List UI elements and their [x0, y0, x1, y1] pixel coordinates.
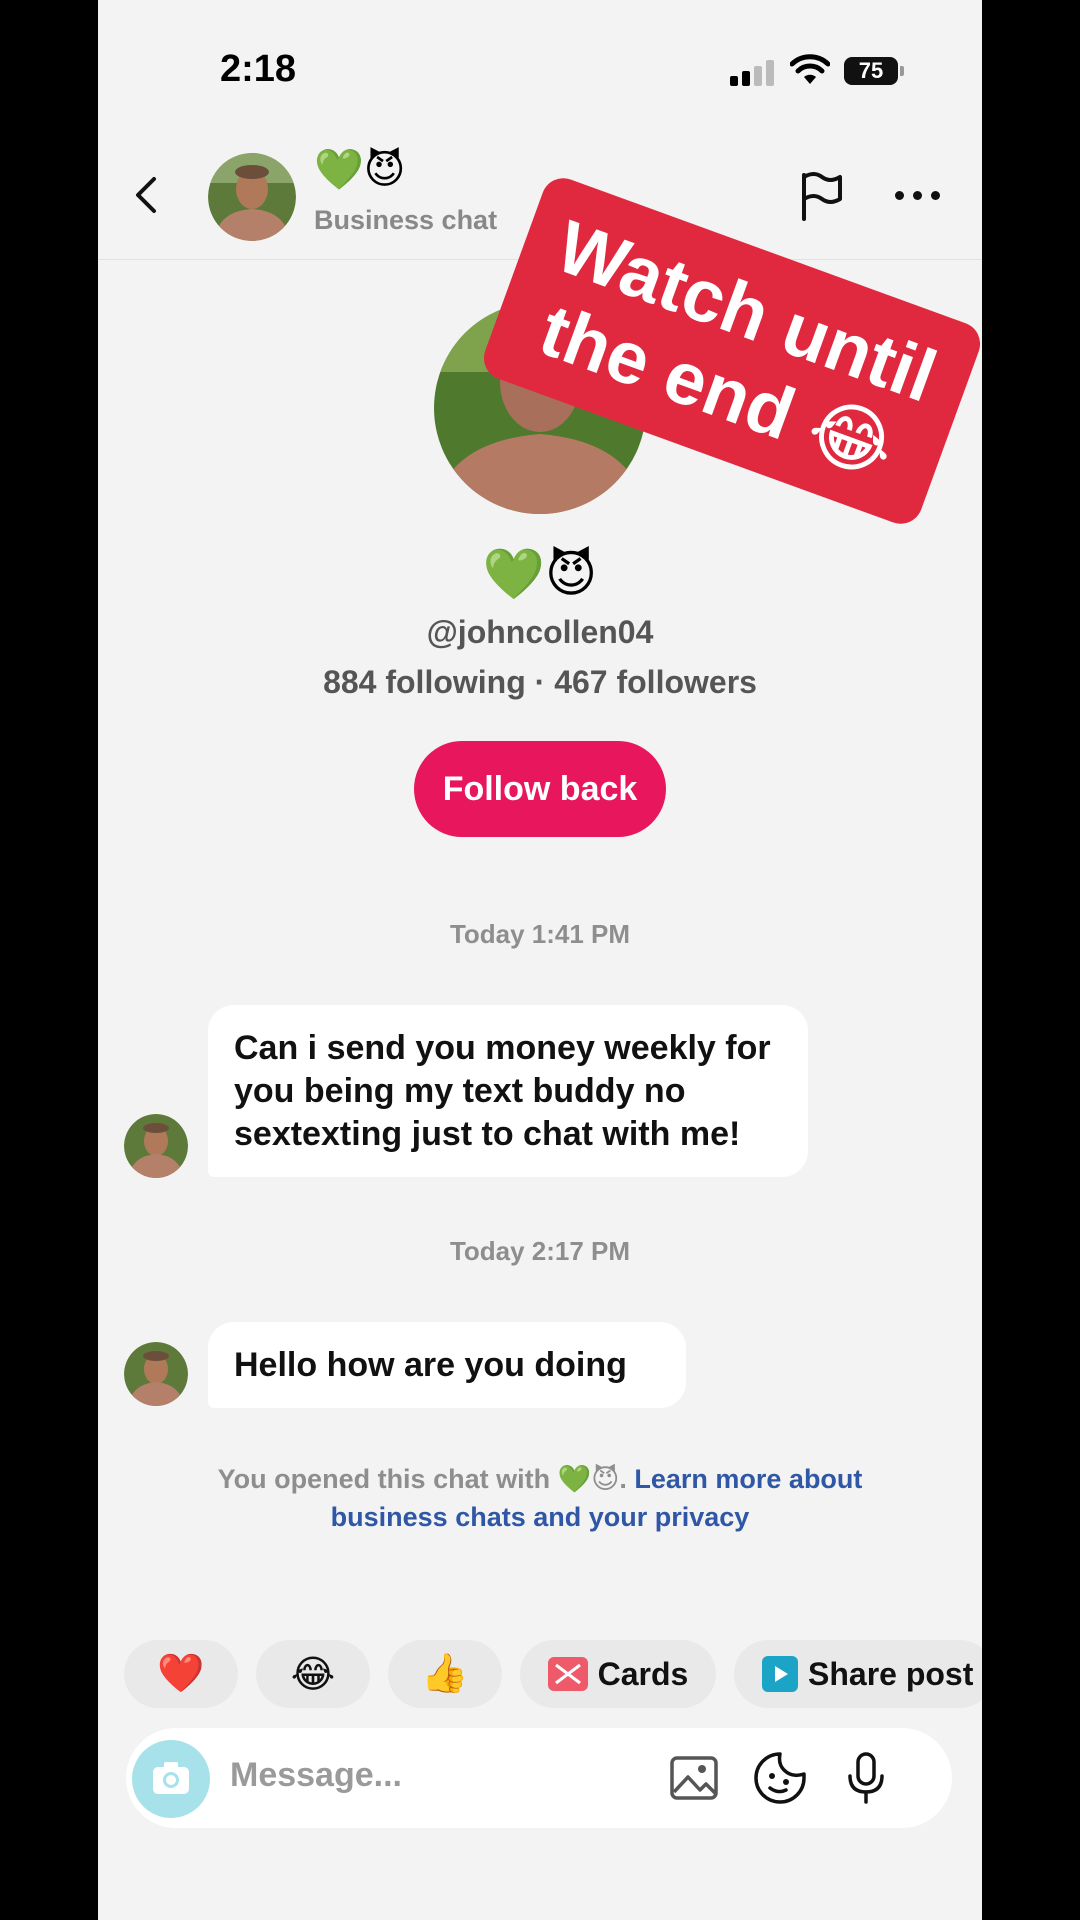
chat-screen: 2:18 75 💚😈 Business chat Watch until the… [98, 0, 982, 1920]
quick-reaction-laugh[interactable]: 😂 [256, 1640, 370, 1708]
message-timestamp: Today 2:17 PM [449, 1236, 631, 1266]
status-time: 2:18 [220, 48, 297, 90]
laughing-emoji: 😂 [290, 1653, 336, 1696]
back-arrow-icon[interactable] [128, 175, 168, 215]
image-icon[interactable] [666, 1750, 722, 1806]
sender-avatar[interactable] [124, 1114, 188, 1178]
sender-avatar[interactable] [124, 1342, 188, 1406]
message-timestamp: Today 1:41 PM [449, 919, 631, 949]
profile-name-emoji: 💚😈 [482, 546, 598, 602]
message-input[interactable]: Message... [230, 1756, 402, 1795]
message-bubble[interactable]: Can i send you money weekly for you bein… [208, 1005, 808, 1177]
business-chat-notice: You opened this chat with 💚😈. Learn more… [188, 1460, 892, 1536]
camera-icon [153, 1762, 189, 1794]
message-composer: Message... [126, 1728, 952, 1828]
quick-reaction-heart[interactable]: ❤️ [124, 1640, 238, 1708]
flag-icon[interactable] [798, 171, 844, 221]
wifi-icon [790, 54, 830, 84]
gift-card-icon [547, 1657, 588, 1691]
chat-type-label: Business chat [314, 205, 498, 235]
battery-icon: 75 [844, 57, 904, 85]
contact-name-emoji[interactable]: 💚😈 [314, 147, 406, 193]
more-options-icon[interactable] [895, 187, 941, 203]
profile-handle: @johncollen04 [426, 614, 654, 650]
share-post-label: Share post [808, 1655, 974, 1692]
status-bar: 2:18 75 [98, 0, 982, 130]
message-bubble[interactable]: Hello how are you doing [208, 1322, 686, 1408]
cards-label: Cards [597, 1655, 689, 1692]
profile-stats: 884 following · 467 followers [323, 664, 757, 700]
heart-emoji: ❤️ [157, 1653, 205, 1695]
sticker-emoji-icon[interactable] [752, 1750, 808, 1806]
notice-text: You opened this chat with 💚😈. [217, 1464, 627, 1494]
avatar[interactable] [208, 153, 296, 241]
signal-icon [730, 60, 776, 86]
camera-button[interactable] [132, 1740, 210, 1818]
microphone-icon[interactable] [838, 1750, 894, 1806]
follow-back-button[interactable]: Follow back [414, 741, 666, 837]
quick-reaction-thumbs-up[interactable]: 👍 [388, 1640, 502, 1708]
thumbs-up-emoji: 👍 [421, 1653, 469, 1695]
share-post-button[interactable]: Share post [734, 1640, 982, 1708]
cards-button[interactable]: Cards [520, 1640, 716, 1708]
play-icon [762, 1656, 798, 1692]
